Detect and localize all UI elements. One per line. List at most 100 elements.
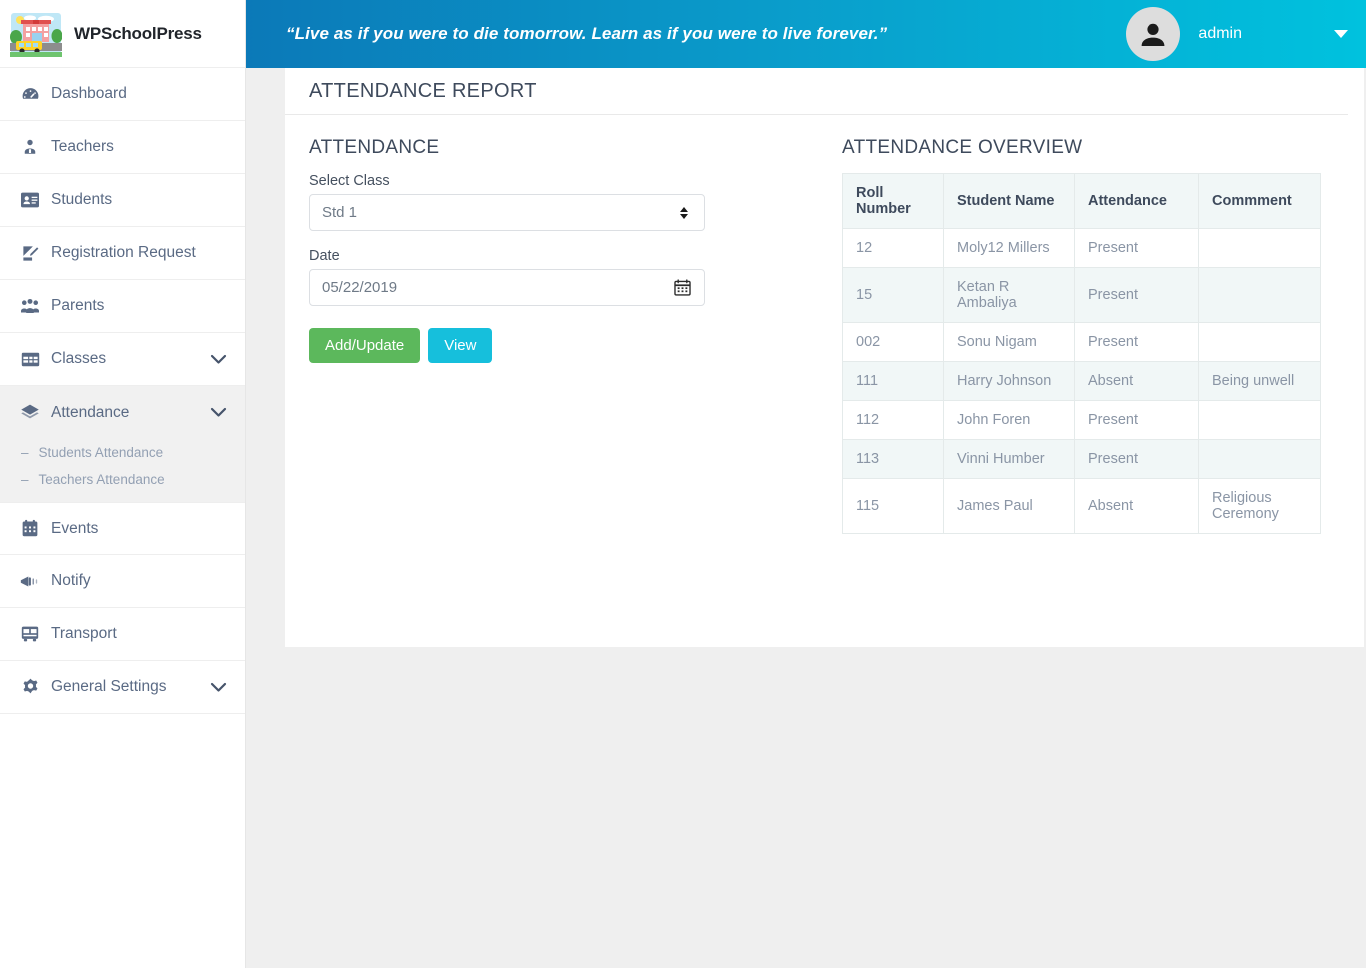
table-header-row: Roll Number Student Name Attendance Comm… [842, 173, 1321, 229]
cell-attendance: Absent [1074, 361, 1199, 401]
brand-header[interactable]: WPSchoolPress [0, 0, 245, 68]
table-row: 113 Vinni Humber Present [842, 439, 1321, 479]
attendance-overview-table: Roll Number Student Name Attendance Comm… [842, 173, 1321, 534]
sidebar-item-dashboard[interactable]: Dashboard [0, 68, 245, 121]
page-title: ATTENDANCE REPORT [285, 68, 1348, 115]
table-row: 15 Ketan R Ambaliya Present [842, 267, 1321, 323]
sidebar-group-attendance: Attendance – Students Attendance – Teach… [0, 386, 245, 502]
dash-bullet-icon: – [21, 472, 29, 487]
cell-roll-number: 112 [842, 400, 944, 440]
id-card-icon [18, 191, 42, 209]
cell-comment [1198, 439, 1321, 479]
column-header-comment: Commment [1198, 173, 1321, 229]
top-header-bar: “Live as if you were to die tomorrow. Le… [246, 0, 1366, 68]
updown-arrows-icon [680, 206, 688, 219]
layers-icon [18, 403, 42, 423]
sidebar-nav: Dashboard Teachers Students Registration… [0, 68, 245, 714]
cell-student-name: John Foren [943, 400, 1075, 440]
cell-comment: Religious Ceremony [1198, 478, 1321, 534]
sidebar-item-label: Classes [51, 350, 107, 367]
date-input[interactable]: 05/22/2019 [309, 269, 705, 306]
calendar-icon [18, 519, 42, 538]
column-header-student-name: Student Name [943, 173, 1075, 229]
sidebar-item-label: Notify [51, 572, 91, 589]
content-area: ATTENDANCE REPORT ATTENDANCE Select Clas… [246, 68, 1366, 968]
cell-roll-number: 15 [842, 267, 944, 323]
cell-student-name: Sonu Nigam [943, 322, 1075, 362]
cell-student-name: Ketan R Ambaliya [943, 267, 1075, 323]
sidebar-item-label: Attendance [51, 403, 130, 421]
sidebar-item-label: Transport [51, 625, 117, 642]
table-row: 12 Moly12 Millers Present [842, 228, 1321, 268]
sidebar-item-students[interactable]: Students [0, 174, 245, 227]
brand-title: WPSchoolPress [74, 23, 202, 43]
app-root: WPSchoolPress Dashboard Teachers Student… [0, 0, 1366, 968]
sidebar-item-notify[interactable]: Notify [0, 555, 245, 608]
sidebar-subitem-teachers-attendance[interactable]: – Teachers Attendance [0, 466, 245, 493]
cell-attendance: Present [1074, 267, 1199, 323]
sidebar-item-attendance[interactable]: Attendance [0, 386, 245, 439]
select-class-dropdown[interactable]: Std 1 [309, 194, 705, 231]
sidebar-subitem-label: Students Attendance [38, 445, 164, 460]
sidebar-item-transport[interactable]: Transport [0, 608, 245, 661]
sidebar-item-parents[interactable]: Parents [0, 280, 245, 333]
calendar-icon[interactable] [673, 278, 692, 297]
card-columns: ATTENDANCE Select Class Std 1 Date 05/22… [285, 115, 1364, 534]
sidebar-item-registration-request[interactable]: Registration Request [0, 227, 245, 280]
select-class-value: Std 1 [322, 204, 358, 221]
table-row: 111 Harry Johnson Absent Being unwell [842, 361, 1321, 401]
cell-student-name: Moly12 Millers [943, 228, 1075, 268]
sidebar: WPSchoolPress Dashboard Teachers Student… [0, 0, 246, 968]
sidebar-item-general-settings[interactable]: General Settings [0, 661, 245, 714]
sidebar-item-label: Events [51, 519, 99, 537]
user-avatar-icon [1126, 7, 1181, 61]
caret-down-icon[interactable] [1334, 30, 1348, 38]
dashboard-icon [18, 85, 42, 104]
dash-bullet-icon: – [21, 445, 29, 460]
gear-icon [18, 678, 42, 697]
view-button[interactable]: View [428, 328, 493, 363]
sidebar-item-label: Dashboard [51, 85, 127, 102]
date-field: Date 05/22/2019 [309, 248, 819, 306]
user-menu[interactable]: admin [1126, 0, 1366, 68]
sidebar-item-teachers[interactable]: Teachers [0, 121, 245, 174]
attendance-section-title: ATTENDANCE [309, 137, 440, 158]
cell-roll-number: 111 [842, 361, 944, 401]
column-header-attendance: Attendance [1074, 173, 1199, 229]
megaphone-icon [18, 573, 42, 590]
cell-student-name: James Paul [943, 478, 1075, 534]
table-row: 112 John Foren Present [842, 400, 1321, 440]
chevron-down-icon [210, 354, 227, 365]
cell-comment [1198, 267, 1321, 323]
cell-comment: Being unwell [1198, 361, 1321, 401]
select-class-label: Select Class [309, 173, 390, 189]
attendance-overview-panel: ATTENDANCE OVERVIEW Roll Number Student … [819, 137, 1340, 534]
school-building-bus-logo-icon [10, 11, 62, 57]
attendance-report-card: ATTENDANCE REPORT ATTENDANCE Select Clas… [285, 68, 1364, 647]
cell-student-name: Vinni Humber [943, 439, 1075, 479]
header-quote: “Live as if you were to die tomorrow. Le… [286, 24, 888, 43]
form-buttons: Add/Update View [309, 328, 819, 363]
table-body: 12 Moly12 Millers Present 15 Ketan R Ambaliy… [842, 228, 1321, 534]
cell-attendance: Present [1074, 439, 1199, 479]
sidebar-subitem-students-attendance[interactable]: – Students Attendance [0, 439, 245, 466]
select-class-field: Select Class Std 1 [309, 173, 819, 231]
cell-attendance: Present [1074, 228, 1199, 268]
cell-roll-number: 002 [842, 322, 944, 362]
cell-attendance: Absent [1074, 478, 1199, 534]
sidebar-item-classes[interactable]: Classes [0, 333, 245, 386]
attendance-form-panel: ATTENDANCE Select Class Std 1 Date 05/22… [309, 137, 819, 534]
edit-document-icon [18, 244, 42, 263]
sidebar-subitem-label: Teachers Attendance [38, 472, 165, 487]
sidebar-submenu-attendance: – Students Attendance – Teachers Attenda… [0, 439, 245, 502]
cell-attendance: Present [1074, 322, 1199, 362]
sidebar-item-label: General Settings [51, 678, 167, 695]
sidebar-nav-list: Dashboard Teachers Students Registration… [0, 68, 245, 714]
cell-roll-number: 12 [842, 228, 944, 268]
sidebar-item-events[interactable]: Events [0, 502, 245, 555]
teacher-icon [18, 138, 42, 156]
table-head: Roll Number Student Name Attendance Comm… [842, 173, 1321, 229]
sidebar-item-label: Students [51, 191, 113, 208]
add-update-button[interactable]: Add/Update [309, 328, 421, 363]
users-group-icon [18, 297, 42, 315]
